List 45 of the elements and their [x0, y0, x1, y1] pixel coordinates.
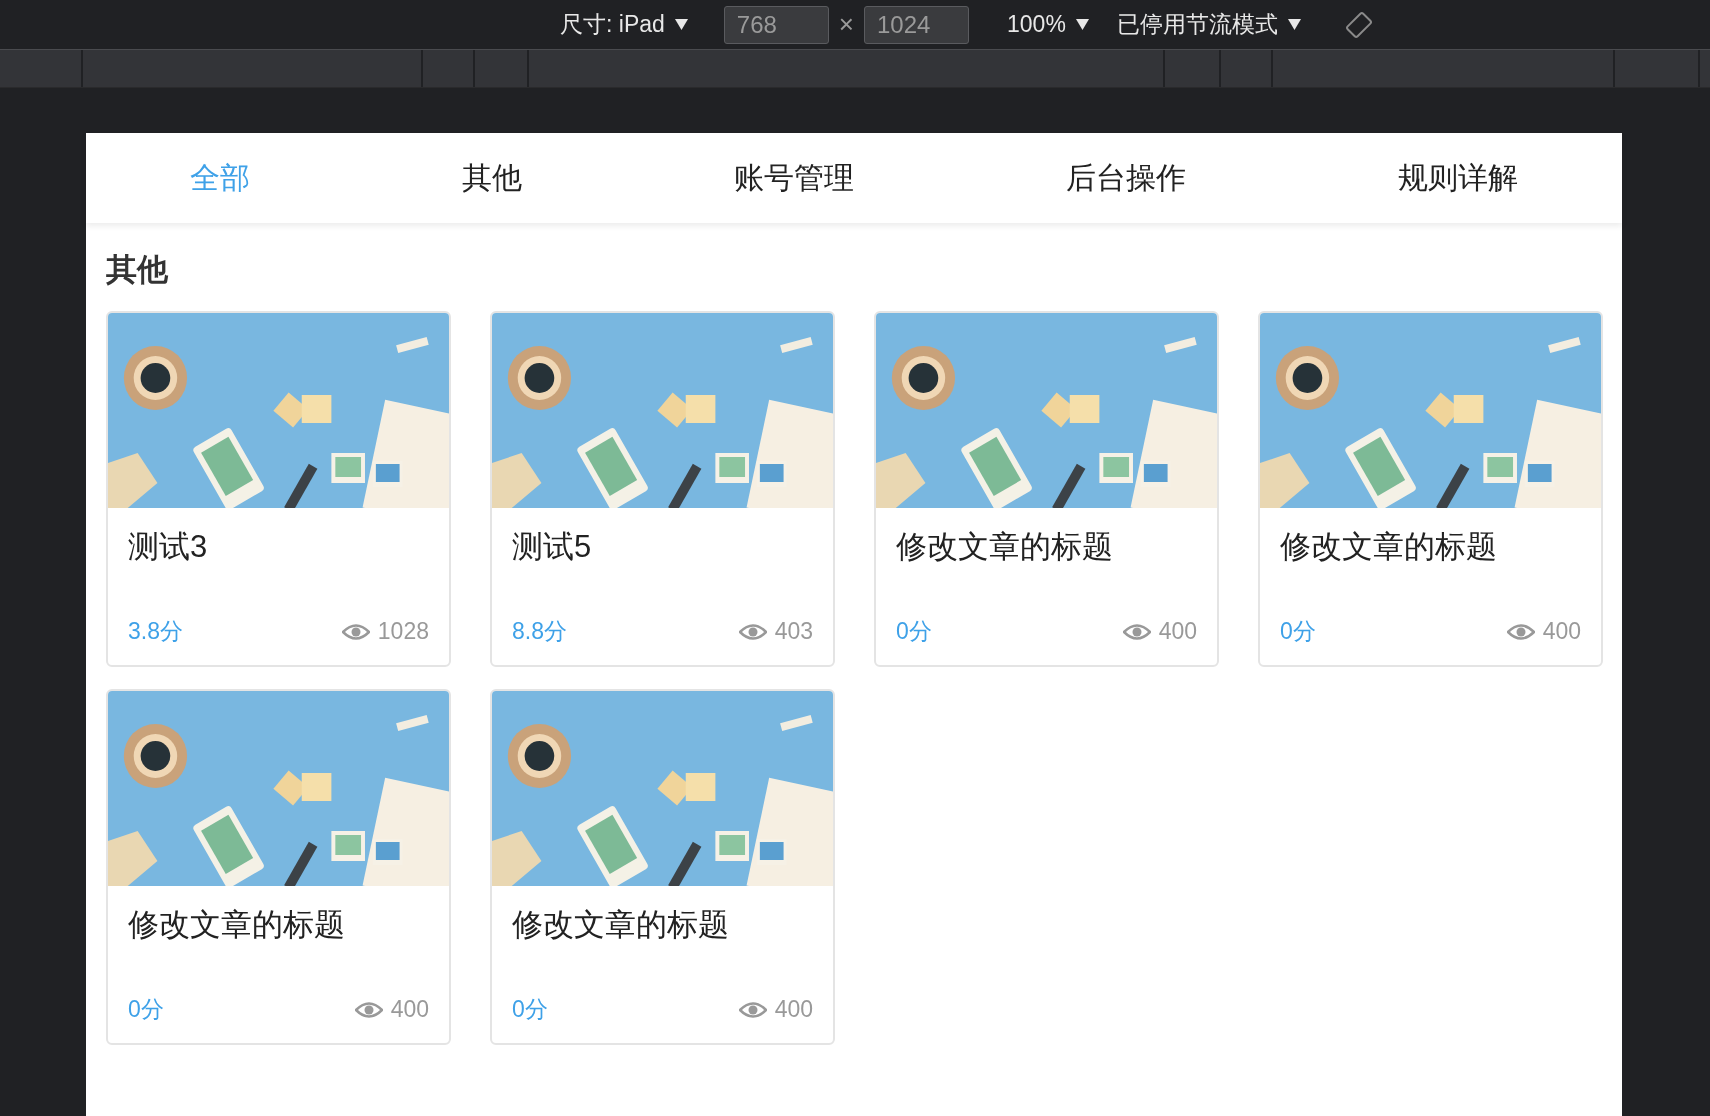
article-score: 0分 — [1280, 617, 1316, 646]
article-score: 0分 — [896, 617, 932, 646]
height-input-field[interactable]: 1024 — [864, 5, 969, 44]
article-title: 修改文章的标题 — [1280, 528, 1498, 566]
view-count: 403 — [774, 618, 813, 645]
view-count: 400 — [1158, 618, 1197, 645]
eye-icon — [738, 622, 767, 641]
article-score: 0分 — [128, 995, 164, 1024]
category-tab[interactable]: 后台操作 — [1066, 157, 1186, 199]
eye-icon — [1506, 622, 1535, 641]
article-score: 8.8分 — [512, 617, 567, 646]
category-tab[interactable]: 账号管理 — [734, 157, 854, 199]
article-card[interactable]: 修改文章的标题 0分 400 — [106, 689, 451, 1045]
zoom-dropdown[interactable]: 100% — [1007, 11, 1066, 38]
caret-icon — [1075, 19, 1089, 30]
eye-icon — [1122, 622, 1151, 641]
rotate-icon[interactable] — [1344, 10, 1373, 39]
article-title: 测试5 — [512, 528, 593, 566]
caret-icon — [674, 19, 688, 30]
width-input-field[interactable]: 768 — [723, 5, 829, 44]
article-title: 修改文章的标题 — [512, 906, 730, 944]
eye-icon — [354, 1000, 383, 1019]
article-title: 修改文章的标题 — [896, 528, 1114, 566]
article-title: 修改文章的标题 — [128, 906, 346, 944]
view-count: 400 — [774, 996, 813, 1023]
eye-icon — [738, 1000, 767, 1019]
view-count: 1028 — [377, 618, 429, 645]
device-dropdown[interactable]: 尺寸: iPad — [560, 9, 665, 40]
eye-icon — [341, 622, 370, 641]
article-title: 测试3 — [128, 528, 209, 566]
times-sign: × — [838, 9, 854, 40]
section-title: 其他 — [106, 251, 168, 289]
caret-icon — [1287, 19, 1301, 30]
article-card[interactable]: 修改文章的标题 0分 400 — [874, 311, 1219, 667]
article-card[interactable]: 测试5 8.8分 403 — [490, 311, 835, 667]
article-card[interactable]: 修改文章的标题 0分 400 — [1258, 311, 1603, 667]
category-tab[interactable]: 其他 — [462, 157, 522, 199]
category-tab[interactable]: 规则详解 — [1398, 157, 1518, 199]
article-score: 0分 — [512, 995, 548, 1024]
article-score: 3.8分 — [128, 617, 183, 646]
article-card[interactable]: 修改文章的标题 0分 400 — [490, 689, 835, 1045]
article-card[interactable]: 测试3 3.8分 1028 — [106, 311, 451, 667]
view-count: 400 — [390, 996, 429, 1023]
throttle-dropdown[interactable]: 已停用节流模式 — [1116, 9, 1278, 40]
view-count: 400 — [1542, 618, 1581, 645]
